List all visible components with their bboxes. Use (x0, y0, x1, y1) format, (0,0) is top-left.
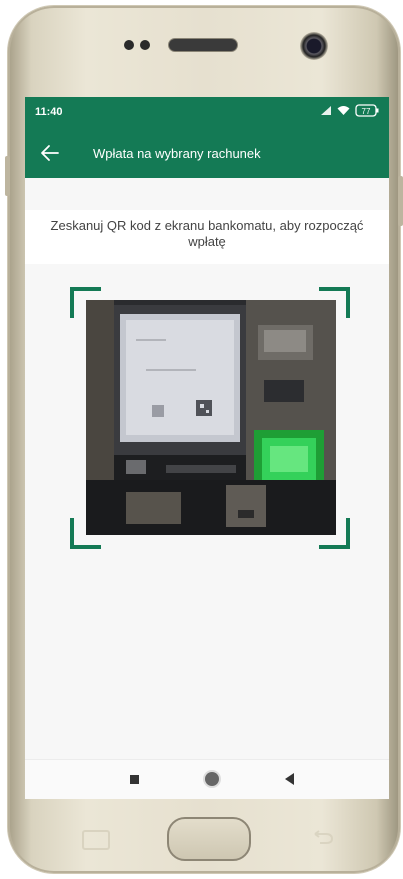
arrow-left-icon (41, 145, 59, 161)
android-nav-bar (25, 759, 389, 799)
atm-photo (86, 300, 336, 535)
signal-icon (321, 106, 331, 115)
phone-screen: 11:40 77 Wpłata na wybrany rachunek Zesk… (25, 97, 389, 799)
hardware-back-icon[interactable] (312, 830, 334, 844)
power-button (398, 176, 403, 226)
earpiece-speaker (168, 38, 238, 52)
front-sensor (124, 40, 134, 50)
page-title: Wpłata na wybrany rachunek (93, 146, 261, 161)
camera-preview (86, 300, 336, 535)
instruction-panel: Zeskanuj QR kod z ekranu bankomatu, aby … (25, 210, 389, 264)
recent-apps-icon[interactable] (130, 775, 139, 784)
status-icons: 77 (320, 104, 379, 117)
hardware-home-button[interactable] (167, 817, 251, 861)
status-time: 11:40 (35, 106, 63, 118)
back-button[interactable] (39, 142, 61, 164)
front-sensor (140, 40, 150, 50)
volume-button (5, 156, 10, 196)
back-icon[interactable] (285, 773, 294, 785)
front-camera (300, 32, 328, 60)
status-bar: 11:40 77 (25, 97, 389, 128)
battery-level: 77 (362, 107, 371, 116)
battery-icon: 77 (355, 104, 379, 117)
hardware-recent-icon[interactable] (82, 830, 110, 850)
app-header: Wpłata na wybrany rachunek (25, 128, 389, 178)
wifi-icon (337, 106, 350, 115)
qr-scanner[interactable] (70, 287, 350, 549)
home-icon[interactable] (205, 772, 219, 786)
instruction-text: Zeskanuj QR kod z ekranu bankomatu, aby … (50, 218, 364, 249)
